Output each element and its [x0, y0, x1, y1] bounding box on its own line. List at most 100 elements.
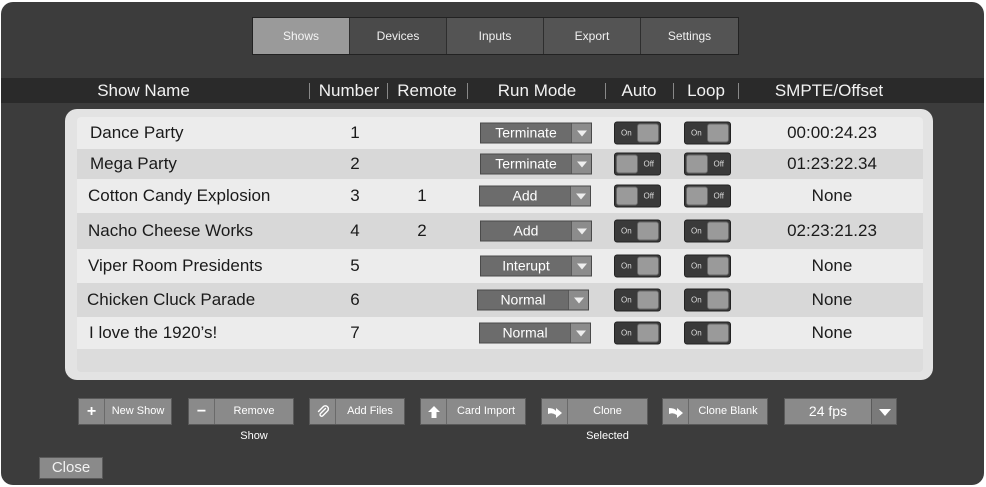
- show-number: 1: [350, 123, 360, 142]
- auto-toggle[interactable]: On: [614, 254, 661, 278]
- toggle-knob: [637, 256, 659, 276]
- new-show-button[interactable]: + New Show: [78, 398, 172, 425]
- smpte-offset: 00:00:24.23: [787, 123, 877, 142]
- fps-select[interactable]: 24 fps: [784, 398, 897, 425]
- show-name: Viper Room Presidents: [88, 256, 263, 275]
- toggle-state-label: Off: [643, 191, 654, 201]
- toggle-state-label: Off: [713, 191, 724, 201]
- run-mode-value: Terminate: [495, 155, 557, 172]
- chevron-down-icon: [571, 256, 591, 276]
- auto-toggle[interactable]: Off: [614, 152, 661, 176]
- close-button[interactable]: Close: [39, 457, 103, 479]
- show-name: Dance Party: [90, 123, 184, 142]
- smpte-offset: None: [811, 290, 853, 309]
- run-mode-select[interactable]: Normal: [477, 289, 589, 311]
- run-mode-select[interactable]: Normal: [479, 322, 591, 344]
- loop-toggle[interactable]: Off: [684, 152, 731, 176]
- clone-selected-label: Clone Selected: [586, 405, 629, 442]
- toggle-state-label: On: [691, 226, 702, 236]
- card-import-button[interactable]: Card Import: [420, 398, 526, 425]
- run-mode-value: Terminate: [495, 124, 557, 141]
- show-number: 7: [350, 323, 360, 342]
- table-row[interactable]: Dance Party 1 Terminate On On 00:00:24.23: [77, 117, 923, 149]
- show-manager-window: Shows Devices Inputs Export Settings Sho…: [1, 2, 984, 485]
- run-mode-select[interactable]: Add: [480, 220, 592, 242]
- col-divider: [673, 83, 674, 99]
- plus-icon: +: [79, 399, 105, 424]
- clone-selected-button[interactable]: Clone Selected: [541, 398, 648, 442]
- show-remote: 2: [417, 221, 427, 240]
- col-divider: [605, 83, 606, 99]
- toggle-state-label: On: [691, 328, 702, 338]
- loop-toggle[interactable]: On: [684, 321, 731, 345]
- toggle-knob: [707, 221, 729, 241]
- paperclip-icon: [310, 399, 336, 424]
- toggle-state-label: On: [621, 128, 632, 138]
- col-remote: Remote: [397, 81, 457, 100]
- toggle-state-label: Off: [643, 159, 654, 169]
- clone-blank-button[interactable]: Clone Blank: [662, 398, 768, 425]
- run-mode-select[interactable]: Add: [479, 185, 591, 207]
- auto-toggle[interactable]: On: [614, 219, 661, 243]
- auto-toggle[interactable]: On: [614, 121, 661, 145]
- table-row[interactable]: Nacho Cheese Works 4 2 Add On On 02:23:21.23: [77, 213, 923, 249]
- auto-toggle[interactable]: On: [614, 321, 661, 345]
- col-divider: [738, 83, 739, 99]
- toggle-knob: [707, 290, 729, 310]
- loop-toggle[interactable]: On: [684, 121, 731, 145]
- loop-toggle[interactable]: On: [684, 254, 731, 278]
- run-mode-select[interactable]: Terminate: [480, 122, 592, 144]
- run-mode-select[interactable]: Terminate: [480, 153, 592, 175]
- loop-toggle[interactable]: On: [684, 288, 731, 312]
- loop-toggle[interactable]: Off: [684, 184, 731, 208]
- tab-shows[interactable]: Shows: [253, 18, 350, 54]
- table-row[interactable]: Cotton Candy Explosion 3 1 Add Off Off None: [77, 179, 923, 213]
- chevron-down-icon: [571, 154, 591, 174]
- table-row[interactable]: Chicken Cluck Parade 6 Normal On On None: [77, 283, 923, 317]
- col-smpte-offset: SMPTE/Offset: [774, 81, 884, 100]
- smpte-offset: None: [811, 323, 853, 342]
- toggle-knob: [616, 186, 638, 206]
- tab-settings[interactable]: Settings: [641, 18, 738, 54]
- fps-value: 24 fps: [808, 403, 848, 419]
- upload-arrow-icon: [421, 399, 447, 424]
- show-number: 3: [350, 186, 360, 205]
- tab-inputs[interactable]: Inputs: [447, 18, 544, 54]
- toggle-knob: [637, 323, 659, 343]
- toggle-state-label: On: [691, 295, 702, 305]
- col-loop: Loop: [687, 81, 725, 100]
- toggle-knob: [616, 154, 638, 174]
- show-name: Chicken Cluck Parade: [87, 290, 256, 309]
- col-show-name: Show Name: [97, 81, 190, 100]
- remove-show-button[interactable]: − Remove Show: [188, 398, 294, 442]
- smpte-offset: 02:23:21.23: [787, 221, 877, 240]
- show-list: Dance Party 1 Terminate On On 00:00:24.23 Mega…: [77, 117, 923, 372]
- show-list-panel: Dance Party 1 Terminate On On 00:00:24.23 Mega…: [65, 109, 933, 380]
- clone-arrow-icon: [542, 399, 568, 424]
- tab-export[interactable]: Export: [544, 18, 641, 54]
- toggle-state-label: On: [621, 261, 632, 271]
- loop-toggle[interactable]: On: [684, 219, 731, 243]
- show-remote: 1: [417, 186, 427, 205]
- run-mode-value: Normal: [500, 291, 546, 308]
- auto-toggle[interactable]: Off: [614, 184, 661, 208]
- clone-arrow-icon: [663, 399, 689, 424]
- toggle-state-label: Off: [713, 159, 724, 169]
- chevron-down-icon: [568, 290, 588, 310]
- run-mode-select[interactable]: Interupt: [480, 255, 592, 277]
- table-row[interactable]: I love the 1920’s! 7 Normal On On None: [77, 317, 923, 349]
- col-divider: [467, 83, 468, 99]
- run-mode-value: Add: [513, 222, 539, 239]
- tab-devices[interactable]: Devices: [350, 18, 447, 54]
- toggle-state-label: On: [691, 261, 702, 271]
- add-files-button[interactable]: Add Files: [309, 398, 405, 425]
- toggle-knob: [637, 290, 659, 310]
- show-number: 5: [350, 256, 360, 275]
- smpte-offset: None: [811, 186, 853, 205]
- run-mode-value: Interupt: [502, 257, 550, 274]
- auto-toggle[interactable]: On: [614, 288, 661, 312]
- table-row[interactable]: Viper Room Presidents 5 Interupt On On None: [77, 249, 923, 283]
- table-row[interactable]: Mega Party 2 Terminate Off Off 01:23:22.34: [77, 149, 923, 179]
- add-files-label: Add Files: [347, 405, 393, 417]
- chevron-down-icon: [570, 186, 590, 206]
